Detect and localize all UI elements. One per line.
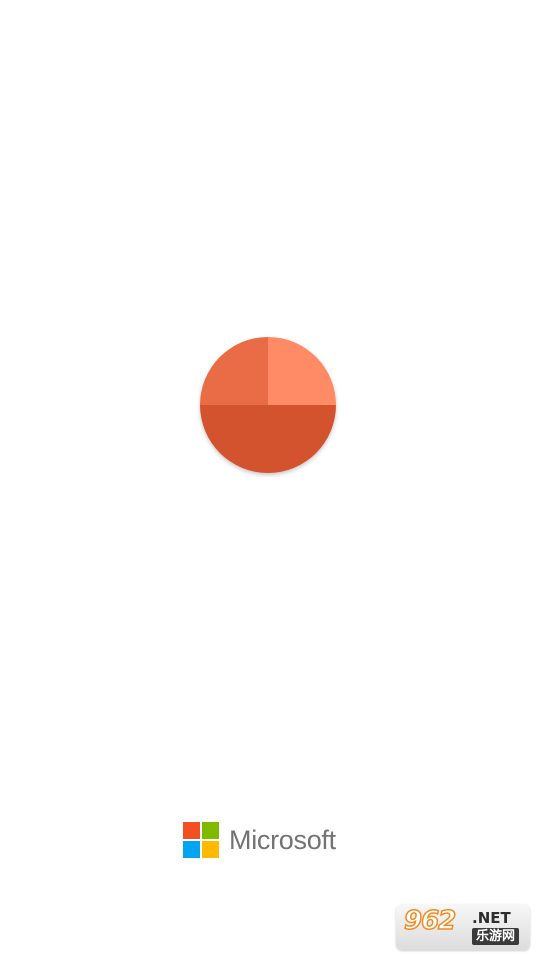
- watermark-cn-text: 乐游网: [472, 928, 520, 945]
- watermark-suffix: .NET: [472, 909, 511, 927]
- splash-screen: Microsoft 962 .NET 乐游网: [0, 0, 536, 954]
- microsoft-brand: Microsoft: [183, 821, 336, 859]
- microsoft-wordmark: Microsoft: [229, 824, 336, 855]
- site-watermark: 962 .NET 乐游网: [396, 904, 530, 950]
- logo-slice-top-left: [200, 337, 268, 405]
- powerpoint-pie-logo-icon: [200, 337, 336, 473]
- logo-slice-bottom: [200, 405, 336, 473]
- microsoft-logo-icon: [183, 821, 220, 859]
- logo-slice-top-right: [268, 337, 336, 405]
- watermark-digits: 962: [403, 905, 457, 937]
